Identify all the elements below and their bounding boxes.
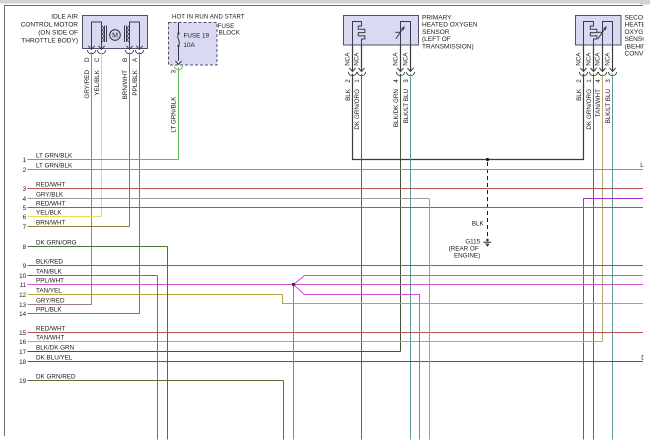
svg-text:1: 1 (586, 79, 593, 83)
svg-text:2: 2 (576, 79, 583, 83)
svg-text:BLK/DK GRN: BLK/DK GRN (36, 345, 75, 352)
svg-text:16: 16 (19, 339, 27, 346)
svg-text:NCA: NCA (403, 52, 410, 66)
svg-text:15: 15 (19, 330, 27, 337)
svg-text:YEL/BLK: YEL/BLK (36, 210, 62, 217)
svg-text:G115: G115 (465, 239, 480, 246)
svg-text:HEATED OXYGEN: HEATED OXYGEN (422, 22, 478, 29)
svg-text:ENGINE): ENGINE) (454, 253, 480, 260)
svg-text:2: 2 (345, 79, 352, 83)
svg-text:TAN/WHT: TAN/WHT (36, 335, 64, 342)
svg-text:GRY/RED: GRY/RED (36, 298, 65, 305)
svg-text:TRANSMISSION): TRANSMISSION) (422, 43, 474, 50)
svg-text:8: 8 (23, 244, 27, 251)
svg-text:BLK: BLK (345, 88, 352, 101)
svg-text:DK GRN/ORG: DK GRN/ORG (36, 240, 77, 247)
svg-text:NCA: NCA (345, 52, 352, 66)
svg-text:A: A (132, 57, 139, 62)
svg-text:4: 4 (23, 196, 27, 203)
svg-text:SENSOR: SENSOR (422, 29, 450, 36)
svg-text:PPL/BLK: PPL/BLK (36, 307, 62, 314)
svg-text:NCA: NCA (354, 52, 361, 66)
svg-text:NCA: NCA (586, 52, 593, 66)
svg-text:3: 3 (23, 186, 27, 193)
svg-text:BLK: BLK (472, 221, 485, 228)
svg-text:4: 4 (393, 79, 400, 83)
svg-text:5: 5 (23, 205, 27, 212)
svg-text:HOT IN RUN AND START: HOT IN RUN AND START (172, 14, 245, 20)
svg-text:3: 3 (605, 79, 612, 83)
svg-text:YEL/BLK: YEL/BLK (94, 69, 101, 95)
svg-text:NCA: NCA (393, 52, 400, 66)
svg-text:RED/WHT: RED/WHT (36, 326, 66, 333)
svg-text:GRY/BLK: GRY/BLK (36, 192, 64, 199)
svg-text:PPL/WHT: PPL/WHT (36, 278, 64, 285)
svg-text:10: 10 (19, 273, 27, 280)
svg-text:DK GRN/RED: DK GRN/RED (36, 374, 76, 381)
svg-text:RED/WHT: RED/WHT (36, 182, 66, 189)
svg-text:7: 7 (23, 224, 27, 231)
svg-text:DK GRN/ORG: DK GRN/ORG (586, 89, 593, 130)
svg-text:(LEFT OF: (LEFT OF (422, 36, 451, 43)
svg-text:D: D (84, 57, 91, 62)
svg-text:12: 12 (19, 292, 27, 299)
svg-text:11: 11 (20, 282, 27, 289)
svg-text:9: 9 (23, 263, 27, 270)
svg-text:3: 3 (403, 79, 410, 83)
svg-text:BLK/RED: BLK/RED (36, 259, 63, 266)
svg-text:NCA: NCA (576, 52, 583, 66)
svg-text:NCA: NCA (605, 52, 612, 66)
svg-text:DK GRN/ORG: DK GRN/ORG (354, 89, 361, 130)
svg-text:TAN/YEL: TAN/YEL (36, 288, 62, 295)
svg-text:17: 17 (19, 349, 27, 356)
svg-text:TAN/WHT: TAN/WHT (595, 89, 602, 117)
svg-text:BRN/WHT: BRN/WHT (122, 70, 129, 100)
svg-text:M: M (112, 33, 118, 40)
svg-text:LT GRN/BLK: LT GRN/BLK (171, 96, 178, 133)
svg-text:BRN/WHT: BRN/WHT (36, 220, 66, 227)
svg-text:NCA: NCA (595, 52, 602, 66)
svg-text:PPL/BLK: PPL/BLK (132, 69, 139, 95)
svg-text:THROTTLE BODY): THROTTLE BODY) (21, 37, 78, 44)
svg-text:B: B (122, 58, 129, 62)
svg-text:CONTROL MOTOR: CONTROL MOTOR (21, 21, 79, 28)
svg-text:BLOCK: BLOCK (219, 30, 241, 37)
svg-text:18: 18 (19, 359, 27, 366)
svg-text:BLK/LT BLU: BLK/LT BLU (605, 89, 612, 124)
svg-text:10A: 10A (184, 42, 196, 49)
svg-text:1: 1 (23, 157, 27, 164)
svg-text:TAN/BLK: TAN/BLK (36, 269, 63, 276)
svg-text:1: 1 (354, 79, 361, 83)
svg-text:RED/WHT: RED/WHT (36, 201, 66, 208)
svg-text:2: 2 (23, 167, 27, 174)
svg-text:PRIMARY: PRIMARY (422, 15, 452, 22)
svg-text:BLK/LT BLU: BLK/LT BLU (403, 89, 410, 124)
svg-text:IDLE AIR: IDLE AIR (51, 13, 78, 20)
svg-text:C: C (94, 57, 101, 62)
svg-text:LT GRN/BLK: LT GRN/BLK (36, 163, 73, 170)
svg-text:3: 3 (170, 70, 177, 74)
svg-text:13: 13 (19, 302, 27, 309)
svg-text:BLK: BLK (576, 88, 583, 101)
svg-text:(ON SIDE OF: (ON SIDE OF (38, 29, 78, 36)
svg-text:6: 6 (23, 214, 27, 221)
svg-text:GRY/RED: GRY/RED (84, 70, 91, 99)
svg-text:LT GRN/BLK: LT GRN/BLK (36, 153, 73, 160)
svg-text:FUSE 19: FUSE 19 (184, 32, 210, 39)
svg-text:BLK/DK GRN: BLK/DK GRN (393, 89, 400, 128)
svg-text:19: 19 (19, 378, 27, 385)
svg-text:(REAR OF: (REAR OF (449, 246, 479, 253)
svg-text:DK BLU/YEL: DK BLU/YEL (36, 355, 73, 362)
svg-text:14: 14 (19, 311, 27, 318)
svg-text:4: 4 (595, 79, 602, 83)
